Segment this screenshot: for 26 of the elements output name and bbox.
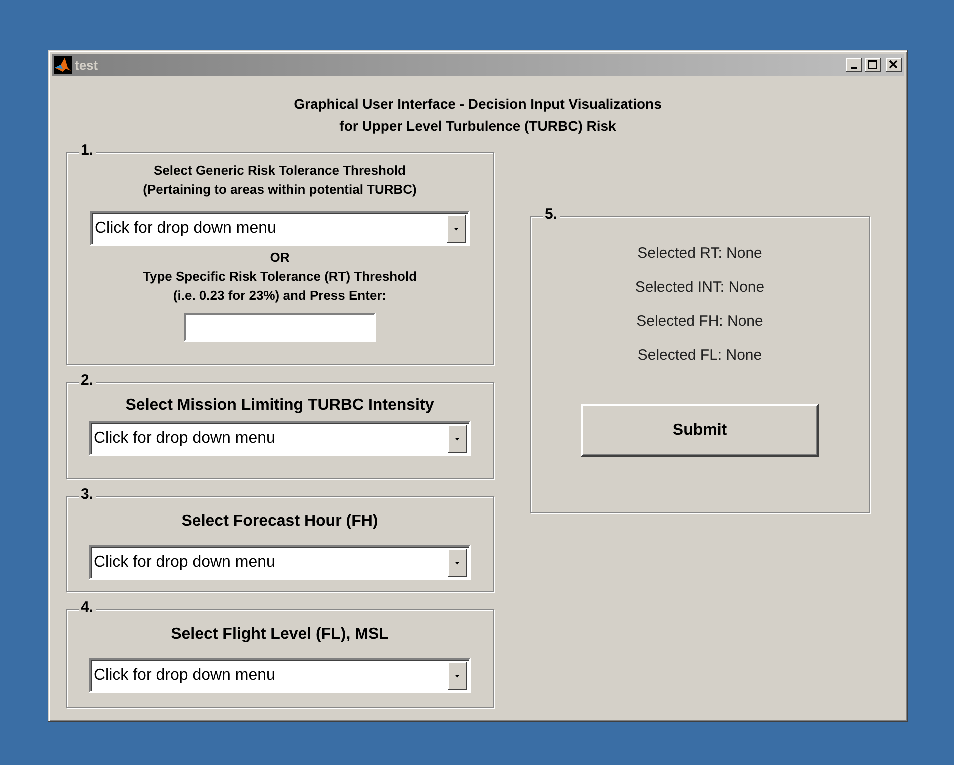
- section-title: Select Flight Level (FL), MSL: [171, 626, 389, 644]
- section-title: Select Mission Limiting TURBC Intensity: [126, 397, 434, 415]
- threshold-input-field[interactable]: [184, 313, 376, 342]
- window-title: test: [75, 58, 100, 72]
- dropdown[interactable]: Click for drop down menu: [89, 421, 471, 456]
- instruction-label: (i.e. 0.23 for 23%) and Press Enter:: [173, 287, 387, 305]
- instruction-label: Select Generic Risk Tolerance Threshold: [154, 162, 406, 180]
- close-button[interactable]: [886, 58, 902, 72]
- minimize-icon: [851, 67, 857, 69]
- submit-button[interactable]: Submit: [581, 404, 819, 457]
- maximize-button[interactable]: [865, 58, 881, 72]
- heading: Graphical User Interface - Decision Input Visualizations for Upper Level Turbulence (TURBC) Risk: [293, 95, 663, 136]
- section-title: Select Forecast Hour (FH): [182, 513, 378, 531]
- instruction-label: Type Specific Risk Tolerance (RT) Threshold: [142, 268, 418, 286]
- minimize-button[interactable]: [846, 58, 862, 72]
- instruction-label: OR: [270, 249, 290, 267]
- maximize-icon: [866, 59, 880, 71]
- selection-readout: Selected RT: None: [638, 245, 762, 262]
- dropdown[interactable]: Click for drop down menu: [90, 211, 470, 246]
- selection-readout: Selected FL: None: [638, 347, 762, 364]
- dropdown[interactable]: Click for drop down menu: [89, 658, 471, 693]
- selection-readout: Selected FH: None: [636, 313, 764, 330]
- dropdown[interactable]: Click for drop down menu: [89, 545, 471, 580]
- instruction-label: (Pertaining to areas within potential TURBC): [143, 181, 417, 199]
- selection-readout: Selected INT: None: [635, 279, 765, 296]
- app-logo-icon: [54, 56, 72, 74]
